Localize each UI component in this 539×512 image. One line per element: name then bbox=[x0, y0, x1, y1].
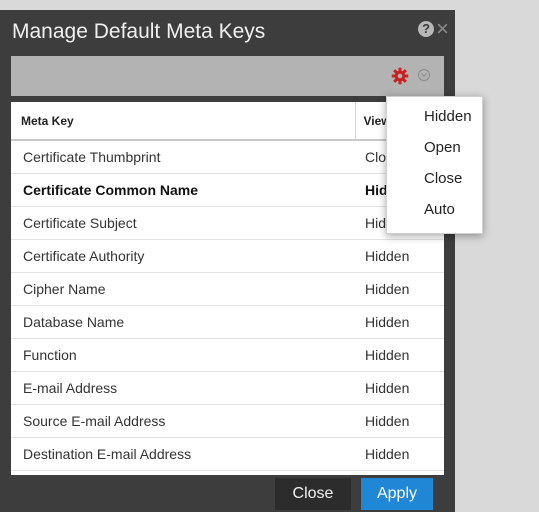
gear-icon[interactable] bbox=[391, 67, 409, 85]
menu-item-hidden[interactable]: Hidden bbox=[387, 101, 482, 132]
dialog-title: Manage Default Meta Keys bbox=[12, 20, 266, 43]
table-row[interactable]: Cipher Name Hidden bbox=[11, 272, 444, 306]
title-bar-icons: ? × bbox=[418, 18, 449, 40]
meta-key-cell: Source E-mail Address bbox=[11, 404, 355, 438]
meta-key-cell: Certificate Subject bbox=[11, 206, 355, 240]
table-row[interactable]: Database Name Hidden bbox=[11, 305, 444, 339]
table-row[interactable]: Certificate Authority Hidden bbox=[11, 239, 444, 273]
help-icon[interactable]: ? bbox=[418, 21, 435, 37]
menu-item-close[interactable]: Close bbox=[387, 163, 482, 194]
meta-key-cell: Cipher Name bbox=[11, 272, 355, 306]
meta-key-cell: Certificate Authority bbox=[11, 239, 355, 273]
chevron-down-icon[interactable] bbox=[418, 69, 430, 81]
table-row[interactable]: Certificate Subject Hidden bbox=[11, 206, 444, 240]
view-cell[interactable]: Hidden bbox=[355, 272, 444, 306]
menu-item-auto[interactable]: Auto bbox=[387, 194, 482, 225]
close-button[interactable]: Close bbox=[275, 478, 351, 510]
view-cell[interactable]: Hidden bbox=[355, 404, 444, 438]
menu-item-open[interactable]: Open bbox=[387, 132, 482, 163]
table-header-row: Meta Key View bbox=[11, 102, 444, 141]
table-row[interactable]: E-mail Address Hidden bbox=[11, 371, 444, 405]
table-row[interactable]: Source E-mail Address Hidden bbox=[11, 404, 444, 438]
view-cell[interactable]: Hidden bbox=[355, 305, 444, 339]
table-row[interactable]: Certificate Thumbprint Close bbox=[11, 140, 444, 174]
meta-key-cell: Certificate Common Name bbox=[11, 173, 355, 207]
view-options-menu: Hidden Open Close Auto bbox=[386, 96, 483, 234]
view-cell[interactable]: Hidden bbox=[355, 239, 444, 273]
view-cell[interactable]: Hidden bbox=[355, 437, 444, 471]
meta-key-cell: E-mail Address bbox=[11, 371, 355, 405]
close-icon[interactable]: × bbox=[436, 18, 449, 40]
meta-key-cell: Function bbox=[11, 338, 355, 372]
meta-key-cell: Destination E-mail Address bbox=[11, 437, 355, 471]
meta-key-cell: Database Name bbox=[11, 305, 355, 339]
manage-meta-keys-dialog: Manage Default Meta Keys ? × Meta Key Vi… bbox=[0, 10, 455, 512]
view-cell[interactable]: Hidden bbox=[355, 338, 444, 372]
table-row[interactable]: Function Hidden bbox=[11, 338, 444, 372]
view-cell[interactable]: Hidden bbox=[355, 371, 444, 405]
meta-key-cell: Certificate Thumbprint bbox=[11, 140, 355, 174]
apply-button[interactable]: Apply bbox=[361, 478, 433, 510]
toolbar bbox=[11, 56, 444, 96]
table-row-selected[interactable]: Certificate Common Name Hidden bbox=[11, 173, 444, 207]
table-row[interactable]: Destination E-mail Address Hidden bbox=[11, 437, 444, 471]
meta-keys-table: Meta Key View Certificate Thumbprint Clo… bbox=[11, 102, 444, 475]
header-meta-key[interactable]: Meta Key bbox=[11, 102, 355, 141]
